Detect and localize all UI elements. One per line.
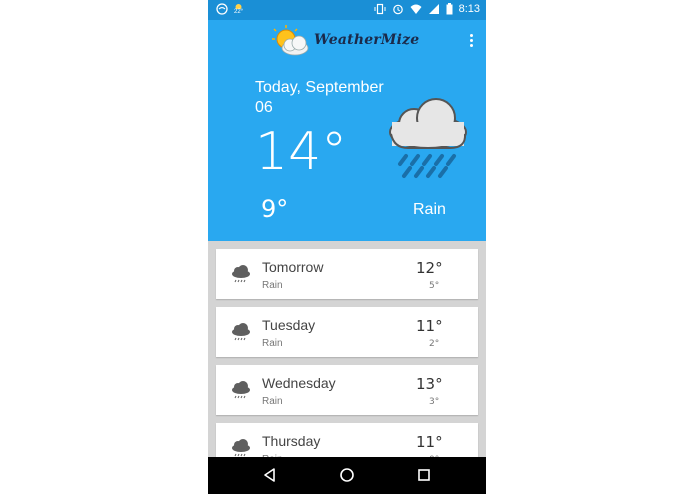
alarm-icon bbox=[392, 4, 403, 15]
forecast-low: 5° bbox=[429, 281, 440, 291]
vibrate-icon bbox=[374, 3, 386, 15]
forecast-day: Thursday bbox=[262, 433, 321, 449]
app-notification-icon bbox=[216, 3, 228, 15]
recents-icon[interactable] bbox=[416, 467, 432, 483]
forecast-day: Tomorrow bbox=[262, 259, 324, 275]
forecast-high: 12° bbox=[416, 259, 443, 277]
forecast-item[interactable]: Tuesday Rain 11° 2° bbox=[216, 307, 478, 357]
app-title: WeatherMize bbox=[314, 32, 420, 48]
status-bar: 22° 8:13 bbox=[208, 0, 486, 20]
forecast-day: Tuesday bbox=[262, 317, 316, 333]
rain-cloud-icon bbox=[232, 323, 250, 341]
forecast-day: Wednesday bbox=[262, 375, 336, 391]
today-high-temp: 14° bbox=[255, 122, 348, 182]
today-panel[interactable]: WeatherMize Today, September 06 14° 9° R… bbox=[208, 20, 486, 241]
forecast-condition: Rain bbox=[262, 280, 283, 291]
forecast-item[interactable]: Tomorrow Rain 12° 5° bbox=[216, 249, 478, 299]
rain-cloud-icon bbox=[232, 439, 250, 457]
system-nav-bar bbox=[208, 457, 486, 494]
battery-icon bbox=[446, 3, 453, 15]
overflow-menu-icon[interactable] bbox=[470, 34, 474, 48]
home-icon[interactable] bbox=[339, 467, 355, 483]
today-low-temp: 9° bbox=[261, 195, 289, 223]
rain-cloud-icon bbox=[232, 381, 250, 399]
app-logo: WeatherMize bbox=[270, 24, 419, 58]
today-date: Today, September 06 bbox=[255, 79, 384, 116]
forecast-high: 13° bbox=[416, 375, 443, 393]
forecast-low: 2° bbox=[429, 339, 440, 349]
forecast-condition: Rain bbox=[262, 396, 283, 407]
cell-signal-icon bbox=[428, 4, 439, 14]
logo-sun-cloud-icon bbox=[272, 25, 309, 56]
rain-cloud-icon bbox=[232, 265, 250, 283]
wifi-icon bbox=[410, 4, 422, 14]
phone-screen: 22° 8:13 WeatherMize Today, September 06… bbox=[208, 0, 486, 494]
today-condition: Rain bbox=[413, 201, 446, 218]
back-icon[interactable] bbox=[262, 467, 278, 483]
status-time: 8:13 bbox=[458, 3, 480, 15]
forecast-condition: Rain bbox=[262, 338, 283, 349]
forecast-high: 11° bbox=[416, 433, 443, 451]
forecast-item[interactable]: Wednesday Rain 13° 3° bbox=[216, 365, 478, 415]
rain-cloud-icon bbox=[389, 98, 467, 178]
forecast-list[interactable]: Tomorrow Rain 12° 5° Tuesday Rain 11° 2°… bbox=[208, 241, 486, 473]
notification-temp: 22° bbox=[234, 9, 244, 15]
forecast-high: 11° bbox=[416, 317, 443, 335]
weather-notification-icon: 22° bbox=[234, 3, 243, 15]
forecast-low: 3° bbox=[429, 397, 440, 407]
